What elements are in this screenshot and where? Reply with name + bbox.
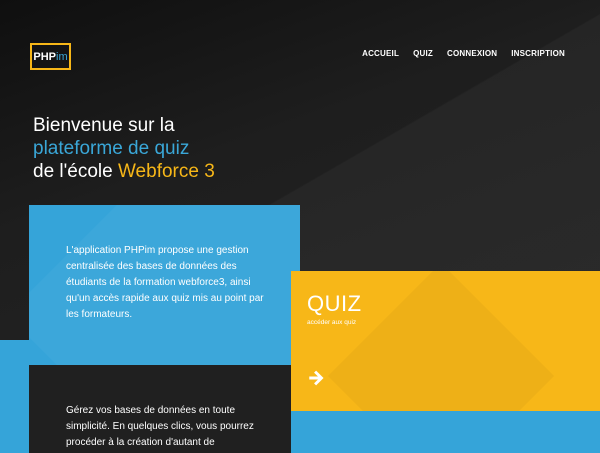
logo-text-php: PHP: [33, 50, 56, 63]
intro-text: L'application PHPim propose une gestion …: [66, 245, 264, 320]
nav-item-inscription[interactable]: INSCRIPTION: [511, 49, 565, 58]
features-text: Gérez vos bases de données en toute simp…: [66, 405, 254, 448]
nav-item-quiz[interactable]: QUIZ: [413, 49, 433, 58]
hero-school-name: Webforce 3: [117, 161, 215, 182]
nav-item-connexion[interactable]: CONNEXION: [447, 49, 497, 58]
hero-line-3: de l'école Webforce 3: [33, 160, 215, 183]
right-accent-strip: [291, 411, 600, 453]
nav-item-accueil[interactable]: ACCUEIL: [362, 49, 399, 58]
main-nav: ACCUEIL QUIZ CONNEXION INSCRIPTION: [362, 49, 565, 58]
hero-heading: Bienvenue sur la plateforme de quiz de l…: [33, 114, 215, 183]
quiz-card-title: QUIZ: [307, 291, 362, 316]
features-panel: Gérez vos bases de données en toute simp…: [29, 365, 291, 453]
hero-line-2: plateforme de quiz: [33, 138, 190, 159]
logo-text-im: im: [56, 50, 68, 63]
left-accent-strip: [0, 340, 29, 453]
brand-logo[interactable]: PHP im: [30, 43, 71, 70]
quiz-card-subtitle: accéder aux quiz: [307, 319, 357, 326]
hero-line-1: Bienvenue sur la: [33, 115, 175, 136]
intro-panel: L'application PHPim propose une gestion …: [29, 205, 300, 365]
quiz-card[interactable]: QUIZ accéder aux quiz: [291, 271, 600, 411]
arrow-right-icon[interactable]: [308, 369, 326, 387]
hero-line-3-prefix: de l'école: [33, 161, 118, 182]
